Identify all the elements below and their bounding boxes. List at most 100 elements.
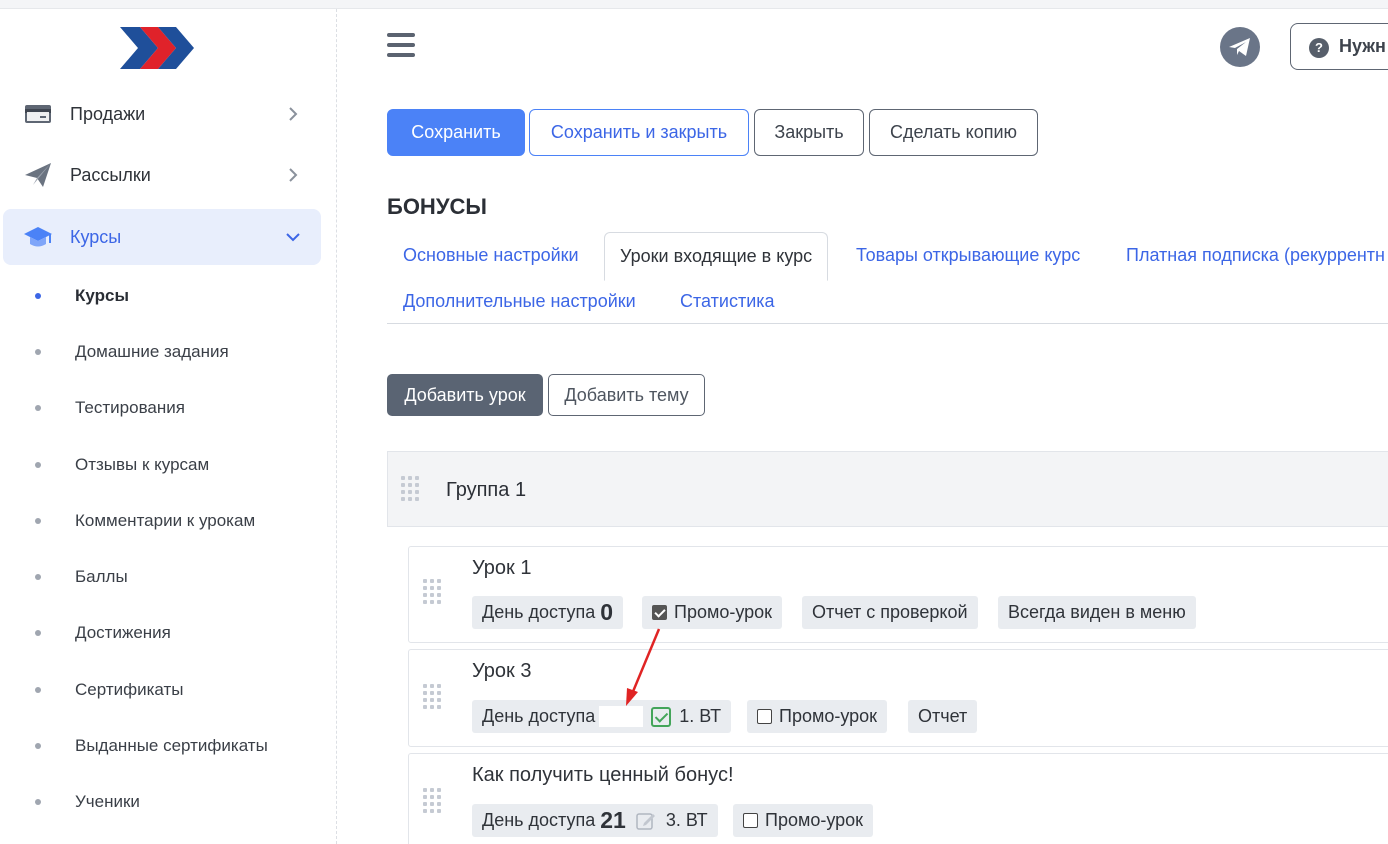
tab-products[interactable]: Товары открывающие курс	[856, 245, 1080, 266]
close-button[interactable]: Закрыть	[754, 109, 864, 156]
drag-handle-icon[interactable]	[423, 788, 445, 816]
tab-lessons[interactable]: Уроки входящие в курс	[604, 232, 829, 281]
schedule-label: 3. ВТ	[665, 810, 708, 830]
access-day-label: День доступа	[482, 706, 596, 726]
chevron-right-icon	[289, 107, 298, 121]
sidebar-sub-homework[interactable]: Домашние задания	[0, 337, 330, 367]
bullet-icon	[35, 518, 41, 524]
tab-additional-settings[interactable]: Дополнительные настройки	[403, 291, 636, 312]
promo-checkbox[interactable]	[652, 605, 667, 620]
sidebar-sub-achievements[interactable]: Достижения	[0, 618, 330, 648]
sidebar-sub-label: Баллы	[75, 567, 128, 586]
sidebar-sub-label: Сертификаты	[75, 680, 184, 699]
access-day-label: День доступа	[482, 810, 596, 830]
sidebar: Продажи Рассылки Курсы Курсы Домашние за…	[0, 9, 337, 844]
sidebar-sub-reviews[interactable]: Отзывы к курсам	[0, 450, 330, 480]
bullet-icon	[35, 349, 41, 355]
access-day-chip[interactable]: День доступа 0	[472, 596, 624, 629]
page-title: БОНУСЫ	[387, 194, 487, 219]
access-day-label: День доступа	[482, 602, 596, 622]
hamburger-menu-icon[interactable]	[387, 33, 415, 59]
report-tag: Отчет с проверкой	[802, 596, 978, 629]
bullet-icon	[35, 462, 41, 468]
bullet-icon	[35, 405, 41, 411]
chevron-down-icon	[286, 233, 300, 242]
add-topic-button[interactable]: Добавить тему	[548, 374, 705, 416]
bullet-icon	[35, 687, 41, 693]
lesson-title: Как получить ценный бонус!	[472, 764, 734, 786]
sidebar-sub-label: Тестирования	[75, 398, 185, 417]
tab-subscription[interactable]: Платная подписка (рекуррентн	[1126, 245, 1385, 266]
sidebar-item-mailings[interactable]: Рассылки	[3, 147, 321, 203]
schedule-checkbox-icon[interactable]	[651, 706, 672, 727]
lesson-card[interactable]: Урок 1 День доступа 0 Промо-урок Отчет с…	[408, 546, 1388, 643]
lesson-card[interactable]: Как получить ценный бонус! День доступа …	[408, 753, 1388, 844]
card-icon	[25, 105, 51, 123]
bullet-icon	[35, 574, 41, 580]
promo-label: Промо-урок	[779, 706, 878, 726]
sidebar-item-label: Продажи	[70, 103, 146, 124]
lesson-card[interactable]: Урок 3 День доступа 1. ВТ Промо-урок Отч…	[408, 649, 1388, 747]
sidebar-sub-certificates[interactable]: Сертификаты	[0, 675, 330, 705]
top-bar	[0, 0, 1388, 9]
sidebar-sub-comments[interactable]: Комментарии к урокам	[0, 506, 330, 536]
promo-chip[interactable]: Промо-урок	[642, 596, 783, 629]
save-and-close-button[interactable]: Сохранить и закрыть	[529, 109, 749, 156]
group-title: Группа 1	[446, 479, 527, 501]
chevron-right-icon	[289, 168, 298, 182]
promo-checkbox[interactable]	[743, 813, 758, 828]
drag-handle-icon[interactable]	[423, 684, 445, 712]
telegram-icon[interactable]	[1220, 27, 1260, 67]
sidebar-item-courses[interactable]: Курсы	[3, 209, 321, 265]
sidebar-sub-courses[interactable]: Курсы	[0, 281, 330, 311]
drag-handle-icon[interactable]	[401, 476, 423, 504]
sidebar-sub-label: Домашние задания	[75, 342, 229, 361]
edit-icon[interactable]	[636, 811, 656, 831]
sidebar-sub-students[interactable]: Ученики	[0, 787, 330, 817]
tabs-divider	[387, 323, 1388, 324]
drag-handle-icon[interactable]	[423, 579, 445, 607]
access-day-value: 21	[600, 807, 626, 833]
paper-plane-icon	[25, 163, 51, 187]
graduation-cap-icon	[24, 227, 52, 247]
add-lesson-button[interactable]: Добавить урок	[387, 374, 543, 416]
access-day-input[interactable]	[599, 706, 644, 727]
sidebar-item-sales[interactable]: Продажи	[3, 86, 321, 142]
promo-chip[interactable]: Промо-урок	[747, 700, 888, 733]
bullet-icon	[35, 743, 41, 749]
sidebar-sub-tests[interactable]: Тестирования	[0, 393, 330, 423]
access-day-value: 0	[600, 599, 614, 625]
access-day-chip[interactable]: День доступа 21 3. ВТ	[472, 804, 718, 837]
question-icon: ?	[1309, 38, 1329, 58]
tab-statistics[interactable]: Статистика	[680, 291, 775, 312]
save-button[interactable]: Сохранить	[387, 109, 525, 156]
promo-chip[interactable]: Промо-урок	[733, 804, 874, 837]
sidebar-sub-label: Выданные сертификаты	[75, 736, 268, 755]
promo-label: Промо-урок	[674, 602, 773, 622]
sidebar-sub-label: Достижения	[75, 623, 171, 642]
sidebar-sub-label: Курсы	[75, 286, 129, 305]
access-day-chip[interactable]: День доступа 1. ВТ	[472, 700, 732, 733]
promo-label: Промо-урок	[765, 810, 864, 830]
bullet-icon	[35, 630, 41, 636]
tab-main-settings[interactable]: Основные настройки	[403, 245, 579, 266]
lesson-group: Группа 1	[387, 451, 1388, 527]
copy-button[interactable]: Сделать копию	[869, 109, 1038, 156]
sidebar-sub-label: Комментарии к урокам	[75, 511, 256, 530]
help-button[interactable]: ? Нужн	[1290, 23, 1388, 70]
sidebar-sub-issued-certificates[interactable]: Выданные сертификаты	[0, 731, 330, 761]
menu-visible-tag: Всегда виден в меню	[998, 596, 1196, 629]
sidebar-sub-label: Ученики	[75, 792, 140, 811]
bullet-icon	[35, 293, 41, 299]
sidebar-item-label: Рассылки	[70, 164, 151, 185]
sidebar-sub-label: Отзывы к курсам	[75, 455, 210, 474]
schedule-label: 1. ВТ	[679, 706, 722, 726]
logo-icon[interactable]	[118, 25, 198, 71]
help-button-label: Нужн	[1339, 36, 1386, 56]
sidebar-item-label: Курсы	[70, 226, 122, 247]
sidebar-sub-points[interactable]: Баллы	[0, 562, 330, 592]
promo-checkbox[interactable]	[757, 709, 772, 724]
lesson-title: Урок 1	[472, 557, 532, 579]
lesson-title: Урок 3	[472, 660, 532, 682]
report-tag: Отчет	[908, 700, 978, 733]
